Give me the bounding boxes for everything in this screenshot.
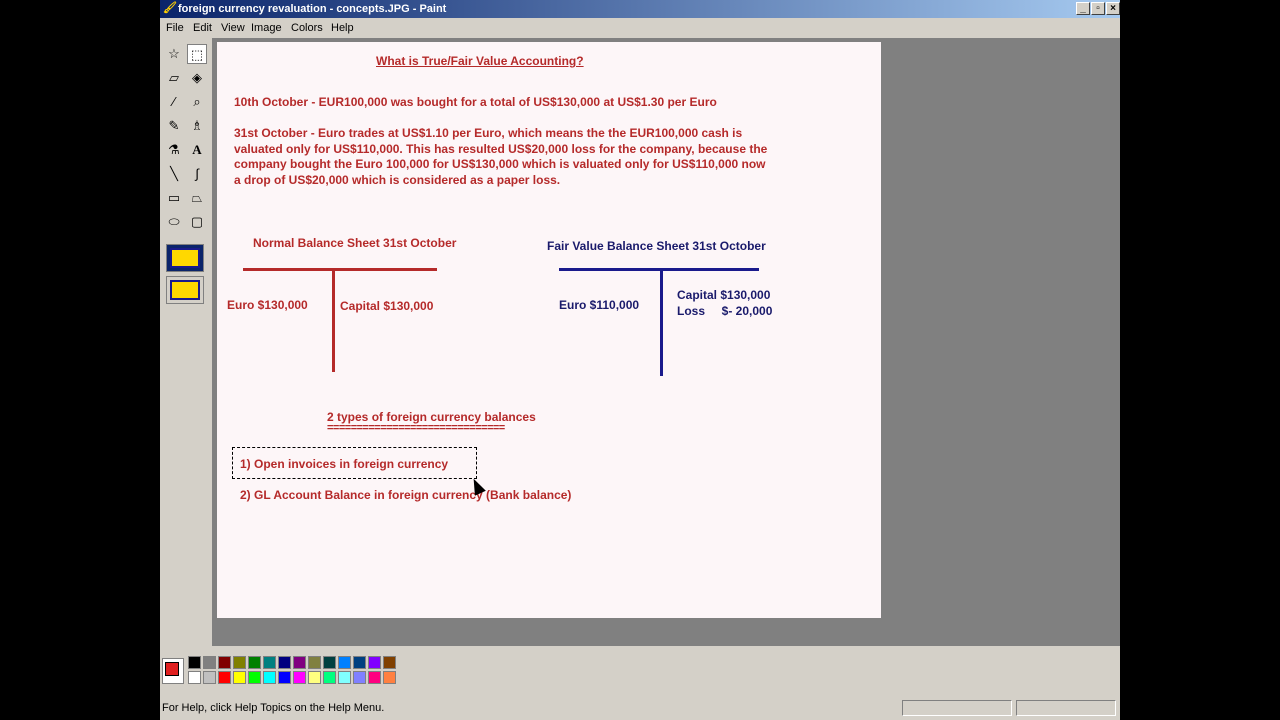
color-palette <box>160 650 1120 692</box>
drawing-canvas[interactable]: What is True/Fair Value Accounting? 10th… <box>217 42 881 618</box>
pick-color-icon[interactable]: ⁄ <box>164 92 184 112</box>
palette-swatch[interactable] <box>338 656 351 669</box>
palette-swatch[interactable] <box>323 656 336 669</box>
fair-sheet-left: Euro $110,000 <box>559 298 640 312</box>
airbrush-icon[interactable]: ⚗ <box>164 140 184 160</box>
palette-swatch[interactable] <box>368 656 381 669</box>
status-text: For Help, click Help Topics on the Help … <box>162 702 385 714</box>
magnifier-icon[interactable]: ⌕ <box>187 92 207 112</box>
transparent-selection-option[interactable] <box>166 276 204 304</box>
palette-swatch[interactable] <box>323 671 336 684</box>
text-icon[interactable]: A <box>187 140 207 160</box>
title-bar: 🖌 foreign currency revaluation - concept… <box>160 0 1120 18</box>
fair-sheet-hline <box>559 268 759 271</box>
menu-colors[interactable]: Colors <box>291 19 323 37</box>
palette-swatch[interactable] <box>248 656 261 669</box>
line-icon[interactable]: ╲ <box>164 164 184 184</box>
fair-sheet-right2: Loss $- 20,000 <box>677 304 773 318</box>
types-underline: ============================== <box>327 422 505 434</box>
palette-swatch[interactable] <box>353 656 366 669</box>
brush-icon[interactable]: ♗ <box>187 116 207 136</box>
normal-sheet-left: Euro $130,000 <box>227 298 308 312</box>
fair-sheet-vline <box>660 268 663 376</box>
palette-swatch[interactable] <box>218 656 231 669</box>
eraser-icon[interactable]: ▱ <box>164 68 184 88</box>
close-button[interactable]: × <box>1106 2 1120 15</box>
restore-button[interactable]: ▫ <box>1091 2 1105 15</box>
menu-image[interactable]: Image <box>251 19 282 37</box>
palette-swatch[interactable] <box>278 656 291 669</box>
palette-swatch[interactable] <box>218 671 231 684</box>
palette-swatch[interactable] <box>308 656 321 669</box>
palette-swatch[interactable] <box>383 656 396 669</box>
free-form-select-icon[interactable]: ☆ <box>164 44 184 64</box>
palette-swatch[interactable] <box>263 656 276 669</box>
palette-swatch[interactable] <box>293 671 306 684</box>
type2-text: 2) GL Account Balance in foreign currenc… <box>240 488 572 502</box>
pencil-icon[interactable]: ✎ <box>164 116 184 136</box>
palette-swatch[interactable] <box>263 671 276 684</box>
curve-icon[interactable]: ∫ <box>187 164 207 184</box>
minimize-button[interactable]: _ <box>1076 2 1090 15</box>
menu-edit[interactable]: Edit <box>193 19 212 37</box>
status-bar: For Help, click Help Topics on the Help … <box>160 698 1120 718</box>
menu-help[interactable]: Help <box>331 19 354 37</box>
palette-swatch[interactable] <box>368 671 381 684</box>
palette-swatch[interactable] <box>278 671 291 684</box>
rectangle-icon[interactable]: ▭ <box>164 188 184 208</box>
canvas-area: What is True/Fair Value Accounting? 10th… <box>213 38 1120 646</box>
current-colors[interactable] <box>162 658 184 684</box>
fill-icon[interactable]: ◈ <box>187 68 207 88</box>
menu-bar: File Edit View Image Colors Help <box>160 19 1120 37</box>
palette-swatch[interactable] <box>233 656 246 669</box>
type1-text: 1) Open invoices in foreign currency <box>240 457 449 471</box>
palette-swatch[interactable] <box>188 656 201 669</box>
select-icon[interactable]: ⬚ <box>187 44 207 64</box>
palette-swatch[interactable] <box>383 671 396 684</box>
normal-sheet-vline <box>332 268 335 372</box>
canvas-line1: 10th October - EUR100,000 was bought for… <box>234 95 717 109</box>
para-line: valuated only for US$110,000. This has r… <box>234 141 768 156</box>
palette-swatch[interactable] <box>188 671 201 684</box>
palette-swatch[interactable] <box>203 656 216 669</box>
menu-view[interactable]: View <box>221 19 245 37</box>
fair-sheet-right1: Capital $130,000 <box>677 288 771 302</box>
rounded-rectangle-icon[interactable]: ▢ <box>187 212 207 232</box>
status-cell-size <box>1016 700 1116 716</box>
polygon-icon[interactable]: ⏢ <box>187 188 207 208</box>
toolbox: ☆ ⬚ ▱ ◈ ⁄ ⌕ ✎ ♗ ⚗ A ╲ ∫ ▭ ⏢ ⬭ ▢ <box>160 38 213 646</box>
palette-swatch[interactable] <box>338 671 351 684</box>
fair-sheet-title: Fair Value Balance Sheet 31st October <box>547 239 766 253</box>
menu-file[interactable]: File <box>166 19 184 37</box>
window-title: foreign currency revaluation - concepts.… <box>178 3 447 15</box>
para-line: 31st October - Euro trades at US$1.10 pe… <box>234 126 743 140</box>
normal-sheet-hline <box>243 268 437 271</box>
palette-swatch[interactable] <box>203 671 216 684</box>
paint-app-icon[interactable]: 🖌 <box>163 2 177 14</box>
paint-window: 🖌 foreign currency revaluation - concept… <box>160 0 1120 720</box>
ellipse-icon[interactable]: ⬭ <box>164 212 184 232</box>
para-line: a drop of US$20,000 which is considered … <box>234 172 561 187</box>
opaque-selection-option[interactable] <box>166 244 204 272</box>
canvas-heading: What is True/Fair Value Accounting? <box>376 54 584 68</box>
palette-swatch[interactable] <box>248 671 261 684</box>
status-cell-coords <box>902 700 1012 716</box>
palette-swatch[interactable] <box>308 671 321 684</box>
palette-swatch[interactable] <box>353 671 366 684</box>
foreground-color-swatch <box>165 662 179 676</box>
para-line: company bought the Euro 100,000 for US$1… <box>234 157 766 171</box>
palette-swatch[interactable] <box>233 671 246 684</box>
normal-sheet-right: Capital $130,000 <box>340 299 434 313</box>
canvas-paragraph: 31st October - Euro trades at US$1.10 pe… <box>234 126 794 188</box>
normal-sheet-title: Normal Balance Sheet 31st October <box>253 236 457 250</box>
palette-swatch[interactable] <box>293 656 306 669</box>
